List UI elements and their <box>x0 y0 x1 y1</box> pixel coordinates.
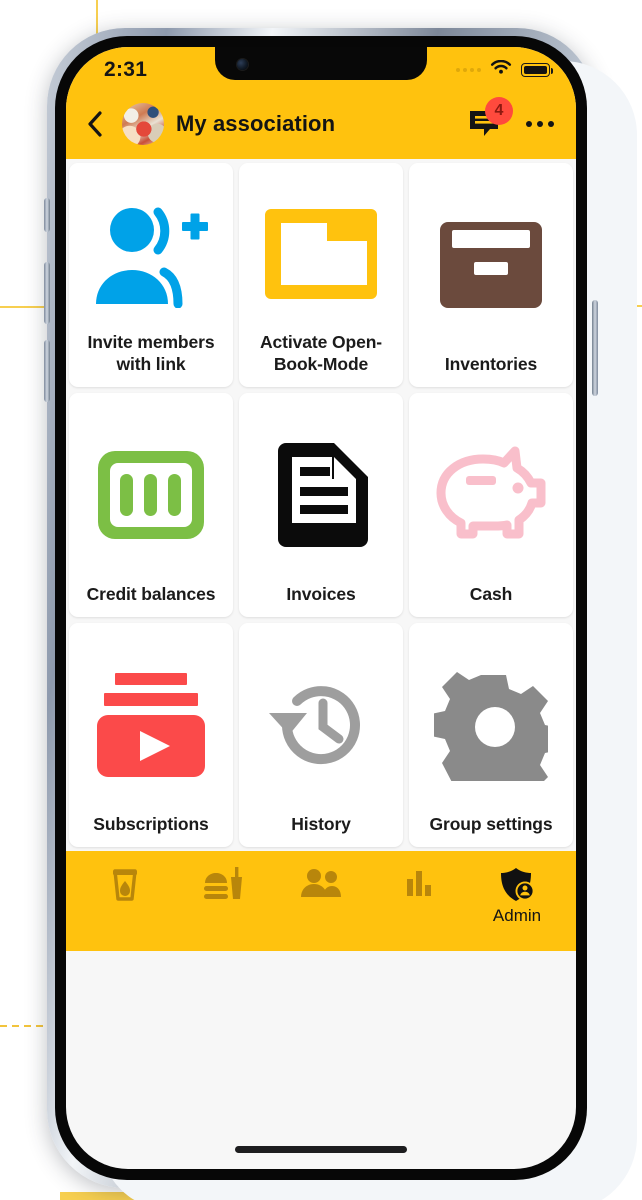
tile-label: History <box>291 813 351 834</box>
tile-inventories[interactable]: Inventories <box>409 163 573 387</box>
volume-up-button[interactable] <box>44 262 50 324</box>
mute-switch[interactable] <box>44 198 50 232</box>
battery-full-icon <box>521 63 554 77</box>
nav-item-members[interactable] <box>276 867 366 899</box>
phone-screen: 2:31 My association 4 Invite members wit… <box>66 47 576 1169</box>
home-indicator[interactable] <box>235 1146 407 1153</box>
gear-icon <box>416 637 566 813</box>
display-notch <box>215 47 427 80</box>
nav-item-label: Admin <box>492 906 542 925</box>
screenshot-stage: 2:31 My association 4 Invite members wit… <box>0 0 642 1200</box>
power-button[interactable] <box>592 300 598 396</box>
person-add-icon <box>76 177 226 331</box>
tile-credit-balances[interactable]: Credit balances <box>69 393 233 617</box>
tile-invite-members[interactable]: Invite members with link <box>69 163 233 387</box>
tile-label: Cash <box>469 583 513 604</box>
history-clock-icon <box>246 637 396 813</box>
chat-button[interactable]: 4 <box>468 97 513 139</box>
nav-item-food[interactable] <box>178 867 268 903</box>
tile-label: Group settings <box>429 813 553 834</box>
tile-open-book-mode[interactable]: Activate Open-Book-Mode <box>239 163 403 387</box>
wifi-icon <box>490 59 512 81</box>
bar-chart-icon <box>407 871 431 896</box>
nav-item-admin[interactable]: Admin <box>472 867 562 926</box>
status-indicators <box>456 59 554 81</box>
banknote-100-icon <box>76 407 226 583</box>
main-content: Invite members with link Activate Open-B… <box>66 159 576 851</box>
drink-glass-icon <box>113 869 137 901</box>
piggy-bank-icon <box>416 407 566 583</box>
nav-item-statistics[interactable] <box>374 867 464 899</box>
subscriptions-play-icon <box>76 637 226 813</box>
tile-subscriptions[interactable]: Subscriptions <box>69 623 233 847</box>
app-header: My association 4 <box>66 89 576 159</box>
status-badge: 4 <box>485 97 513 125</box>
signal-dots-icon <box>456 68 481 72</box>
front-camera-icon <box>237 59 248 70</box>
people-icon <box>301 869 341 897</box>
tile-label: Invoices <box>286 583 356 604</box>
archive-box-icon <box>416 177 566 353</box>
avatar[interactable] <box>122 103 164 145</box>
tile-history[interactable]: History <box>239 623 403 847</box>
shield-person-icon <box>501 868 535 901</box>
folder-icon <box>246 177 396 331</box>
more-horizontal-icon[interactable] <box>526 121 554 127</box>
feature-grid: Invite members with link Activate Open-B… <box>69 163 573 847</box>
nav-item-drinks[interactable] <box>80 867 170 903</box>
volume-down-button[interactable] <box>44 340 50 402</box>
bottom-navigation: Admin <box>66 851 576 951</box>
tile-label: Invite members with link <box>87 331 215 374</box>
tile-label: Credit balances <box>86 583 216 604</box>
status-clock: 2:31 <box>104 58 148 81</box>
food-drink-icon <box>204 867 242 899</box>
tile-label: Subscriptions <box>93 813 209 834</box>
page-title: My association <box>176 111 336 136</box>
tile-cash[interactable]: Cash <box>409 393 573 617</box>
tile-group-settings[interactable]: Group settings <box>409 623 573 847</box>
tile-invoices[interactable]: Invoices <box>239 393 403 617</box>
back-button[interactable] <box>80 109 110 139</box>
tile-label: Activate Open-Book-Mode <box>259 331 383 374</box>
document-lines-icon <box>246 407 396 583</box>
tile-label: Inventories <box>444 353 538 374</box>
